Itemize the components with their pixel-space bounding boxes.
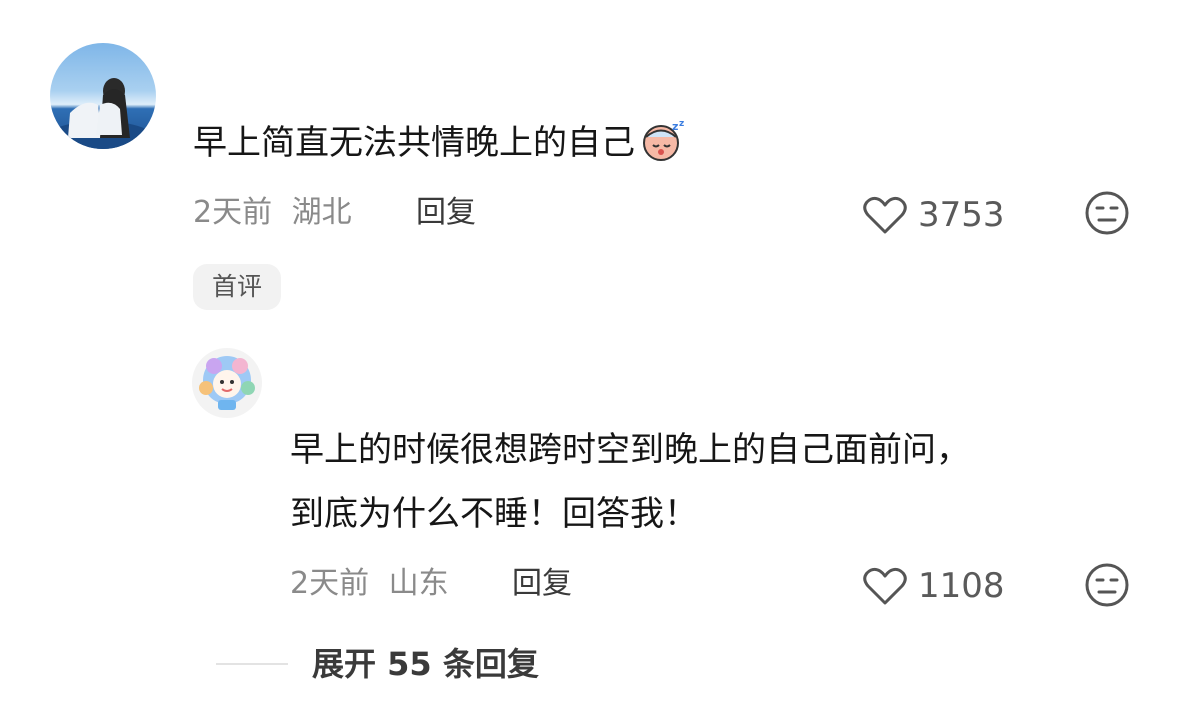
timestamp: 2天前 <box>193 195 273 230</box>
sleepy-face-icon: z z <box>639 118 689 176</box>
comment-meta: 2天前 湖北 <box>193 193 352 233</box>
location: 湖北 <box>291 195 352 230</box>
avatar-photo <box>50 78 156 149</box>
reply-button[interactable]: 回复 <box>512 564 572 604</box>
svg-text:z: z <box>679 119 684 129</box>
comment-text: 早上的时候很想跨时空到晚上的自己面前问， 到底为什么不睡！回答我！ <box>290 425 970 539</box>
like-button[interactable]: 1108 <box>862 566 1005 606</box>
like-button[interactable]: 3753 <box>862 195 1005 235</box>
comment-line-2: 到底为什么不睡！回答我！ <box>290 494 698 534</box>
heart-icon <box>863 196 907 234</box>
neutral-face-icon <box>1085 191 1129 235</box>
first-comment-badge: 首评 <box>193 264 282 310</box>
svg-text:z: z <box>672 120 678 133</box>
divider-line <box>216 663 288 665</box>
comment-line-1: 早上的时候很想跨时空到晚上的自己面前问， <box>290 430 970 470</box>
avatar-cartoon <box>199 356 255 410</box>
expand-replies-button[interactable]: 展开 55 条回复 <box>216 640 539 688</box>
react-button[interactable] <box>1084 562 1130 612</box>
like-count: 3753 <box>918 195 1005 235</box>
location: 山东 <box>388 566 449 601</box>
user-avatar[interactable] <box>50 43 156 149</box>
comment-meta: 2天前 山东 <box>290 564 449 604</box>
comment-text: 早上简直无法共情晚上的自己 z z <box>193 118 689 176</box>
neutral-face-icon <box>1085 563 1129 607</box>
comment-body: 早上简直无法共情晚上的自己 <box>193 123 635 163</box>
react-button[interactable] <box>1084 190 1130 240</box>
user-avatar[interactable] <box>192 348 262 418</box>
reply-button[interactable]: 回复 <box>416 193 476 233</box>
like-count: 1108 <box>918 566 1005 606</box>
expand-replies-label: 展开 55 条回复 <box>312 645 539 683</box>
timestamp: 2天前 <box>290 566 370 601</box>
heart-icon <box>863 567 907 605</box>
